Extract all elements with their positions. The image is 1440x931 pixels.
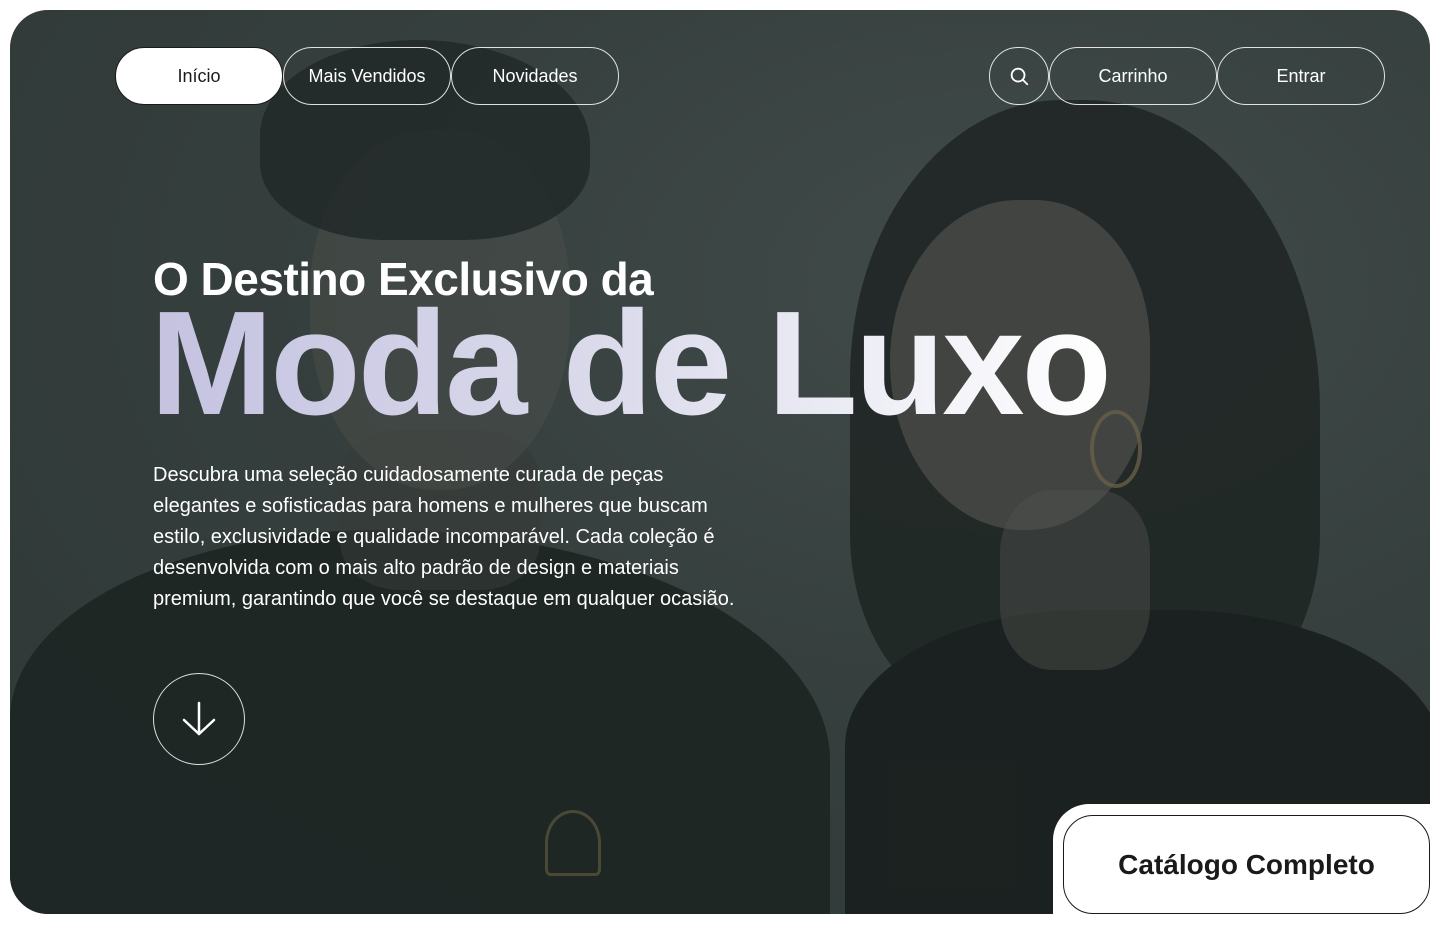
search-button[interactable]	[989, 47, 1049, 105]
cart-label: Carrinho	[1098, 65, 1168, 86]
login-button[interactable]: Entrar	[1217, 47, 1385, 105]
nav-inicio-label: Início	[177, 65, 221, 86]
nav-mais-vendidos[interactable]: Mais Vendidos	[283, 47, 451, 105]
nav-novidades[interactable]: Novidades	[451, 47, 619, 105]
login-label: Entrar	[1276, 65, 1326, 86]
catalog-button-label: Catálogo Completo	[1118, 848, 1375, 880]
catalog-button[interactable]: Catálogo Completo	[1063, 815, 1430, 914]
arrow-down-icon	[182, 701, 216, 736]
nav-novidades-label: Novidades	[492, 65, 578, 86]
scroll-down-button[interactable]	[153, 673, 245, 765]
cart-button[interactable]: Carrinho	[1049, 47, 1217, 105]
hero-headline: Moda de Luxo	[150, 281, 1112, 446]
nav-inicio[interactable]: Início	[115, 47, 283, 105]
hero-description: Descubra uma seleção cuidadosamente cura…	[153, 464, 735, 610]
nav-mais-vendidos-label: Mais Vendidos	[308, 65, 426, 86]
search-icon	[1010, 67, 1029, 86]
page: Início Mais Vendidos Novidades Carrinho …	[0, 0, 1440, 931]
